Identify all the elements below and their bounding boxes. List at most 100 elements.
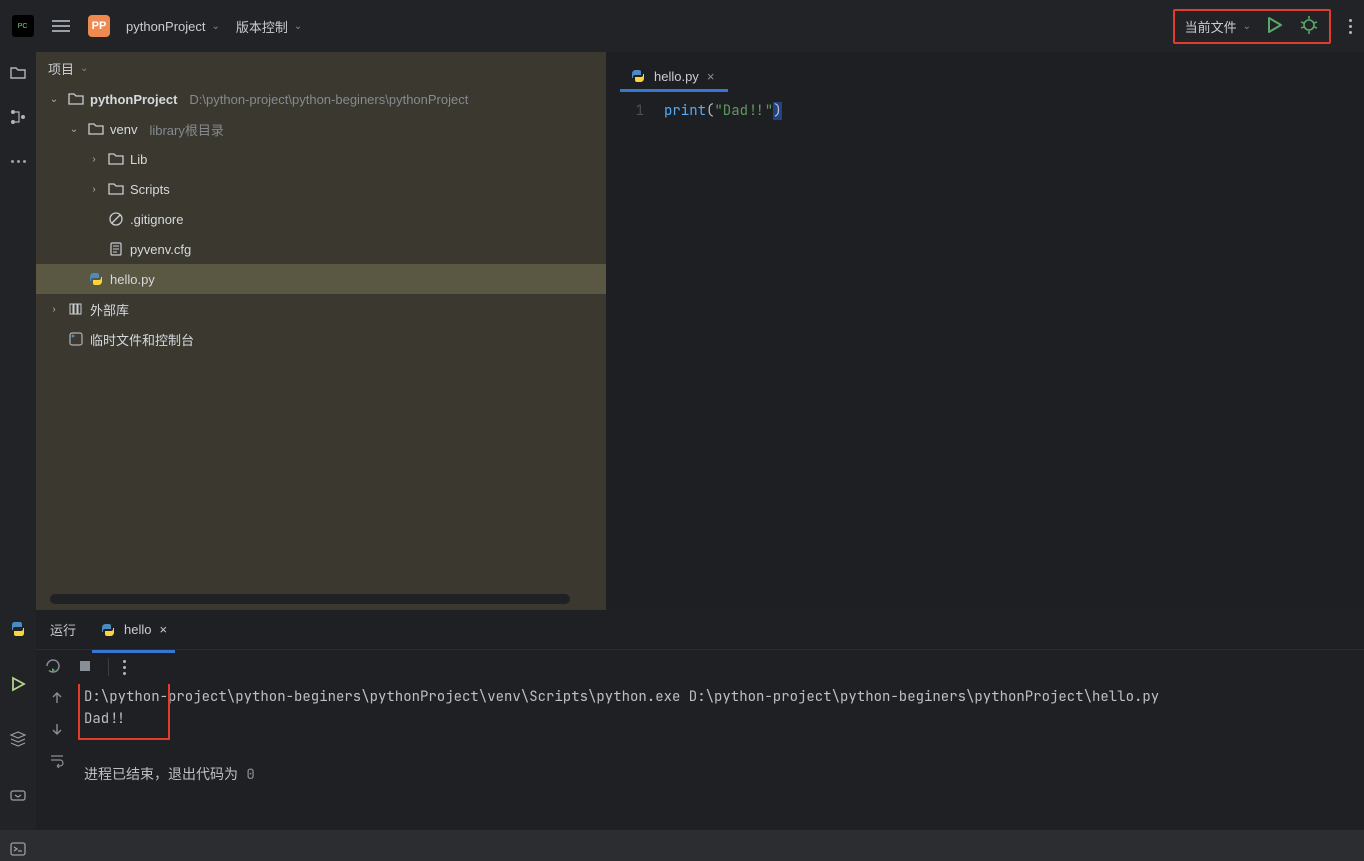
rerun-icon[interactable] bbox=[44, 657, 62, 678]
structure-icon[interactable] bbox=[7, 106, 29, 128]
horizontal-scrollbar[interactable] bbox=[50, 594, 570, 604]
console-line-2: Dad!! bbox=[84, 710, 1364, 728]
tree-gitignore[interactable]: .gitignore bbox=[36, 204, 606, 234]
run-button[interactable] bbox=[1265, 15, 1285, 38]
project-dropdown[interactable]: pythonProject ⌄ bbox=[126, 19, 220, 34]
editor-panel: hello.py × 1 print("Dad!!") bbox=[606, 52, 1364, 610]
folder-icon bbox=[108, 181, 124, 197]
project-badge: PP bbox=[88, 15, 110, 37]
more-tools-icon[interactable] bbox=[7, 150, 29, 172]
tree-scratch[interactable]: 临时文件和控制台 bbox=[36, 324, 606, 354]
stop-icon[interactable] bbox=[76, 657, 94, 678]
folder-icon bbox=[88, 121, 104, 137]
code-line[interactable]: print("Dad!!") bbox=[656, 92, 1364, 610]
venv-name: venv bbox=[110, 122, 137, 137]
token-fn: print bbox=[664, 102, 706, 120]
tree-hello[interactable]: hello.py bbox=[36, 264, 606, 294]
editor-tab-label: hello.py bbox=[654, 69, 699, 84]
project-panel-title: 项目 bbox=[48, 59, 74, 78]
project-tree: ⌄ pythonProject D:\python-project\python… bbox=[36, 84, 606, 580]
line-gutter: 1 bbox=[606, 92, 656, 610]
editor-body[interactable]: 1 print("Dad!!") bbox=[606, 92, 1364, 610]
scratch-icon bbox=[68, 331, 84, 347]
app-icon: PC bbox=[12, 15, 34, 37]
debug-button[interactable] bbox=[1299, 15, 1319, 38]
close-icon[interactable]: × bbox=[159, 622, 167, 637]
editor-tab-bar: hello.py × bbox=[606, 52, 1364, 92]
tree-root[interactable]: ⌄ pythonProject D:\python-project\python… bbox=[36, 84, 606, 114]
tree-pyvenv[interactable]: pyvenv.cfg bbox=[36, 234, 606, 264]
scratch-name: 临时文件和控制台 bbox=[90, 330, 194, 349]
chevron-down-icon: ⌄ bbox=[46, 94, 62, 105]
pyvenv-name: pyvenv.cfg bbox=[130, 242, 191, 257]
soft-wrap-icon[interactable] bbox=[49, 752, 65, 771]
tree-scripts[interactable]: › Scripts bbox=[36, 174, 606, 204]
root-path: D:\python-project\python-beginers\python… bbox=[189, 92, 468, 107]
chevron-down-icon: ⌄ bbox=[80, 63, 88, 74]
chevron-down-icon: ⌄ bbox=[294, 21, 302, 32]
folder-icon bbox=[108, 151, 124, 167]
gitignore-name: .gitignore bbox=[130, 212, 183, 227]
scroll-down-icon[interactable] bbox=[49, 721, 65, 740]
project-panel-header[interactable]: 项目 ⌄ bbox=[36, 52, 606, 84]
console-line-1: D:\python-project\python-beginers\python… bbox=[84, 688, 1364, 706]
more-icon[interactable] bbox=[1349, 19, 1352, 34]
highlight-box bbox=[78, 684, 170, 740]
run-toolwindow-icon[interactable] bbox=[9, 675, 27, 696]
chevron-right-icon: › bbox=[86, 154, 102, 165]
ignore-icon bbox=[108, 211, 124, 227]
chevron-down-icon: ⌄ bbox=[1243, 21, 1251, 32]
svg-text:PC: PC bbox=[18, 23, 28, 30]
left-tool-strip bbox=[0, 52, 36, 610]
scripts-name: Scripts bbox=[130, 182, 170, 197]
folder-icon[interactable] bbox=[7, 62, 29, 84]
token-string: "Dad!!" bbox=[714, 102, 773, 120]
hamburger-icon[interactable] bbox=[50, 15, 72, 37]
ext-libs-name: 外部库 bbox=[90, 300, 129, 319]
run-tab-label: hello bbox=[124, 622, 151, 637]
python-icon bbox=[100, 622, 116, 638]
hello-name: hello.py bbox=[110, 272, 155, 287]
vcs-label: 版本控制 bbox=[236, 17, 288, 36]
tree-external-libs[interactable]: › 外部库 bbox=[36, 294, 606, 324]
python-console-icon[interactable] bbox=[9, 620, 27, 641]
token-paren: ) bbox=[773, 102, 781, 120]
left-run-strip bbox=[0, 610, 36, 830]
python-icon bbox=[88, 271, 104, 287]
root-name: pythonProject bbox=[90, 92, 177, 107]
chevron-down-icon: ⌄ bbox=[212, 21, 220, 32]
exit-code: 0 bbox=[246, 766, 254, 784]
run-config-dropdown[interactable]: 当前文件 ⌄ bbox=[1185, 17, 1251, 36]
libraries-icon bbox=[68, 301, 84, 317]
tree-lib[interactable]: › Lib bbox=[36, 144, 606, 174]
run-toolbar bbox=[36, 650, 1364, 684]
vcs-dropdown[interactable]: 版本控制 ⌄ bbox=[236, 17, 302, 36]
console-output[interactable]: D:\python-project\python-beginers\python… bbox=[78, 684, 1364, 830]
stack-icon[interactable] bbox=[9, 730, 27, 751]
close-icon[interactable]: × bbox=[707, 69, 715, 84]
run-title: 运行 bbox=[50, 620, 76, 639]
run-panel-header: 运行 hello × bbox=[36, 610, 1364, 650]
run-panel: 运行 hello × D:\py bbox=[0, 610, 1364, 830]
project-panel: 项目 ⌄ ⌄ pythonProject D:\python-project\p… bbox=[36, 52, 606, 610]
run-config-highlight: 当前文件 ⌄ bbox=[1173, 9, 1331, 44]
editor-tab-hello[interactable]: hello.py × bbox=[620, 60, 728, 92]
scroll-up-icon[interactable] bbox=[49, 690, 65, 709]
more-icon[interactable] bbox=[123, 660, 126, 675]
services-icon[interactable] bbox=[9, 785, 27, 806]
console-gutter bbox=[36, 684, 78, 830]
venv-hint: library根目录 bbox=[149, 120, 223, 139]
terminal-icon[interactable] bbox=[9, 840, 27, 861]
chevron-right-icon: › bbox=[86, 184, 102, 195]
run-tab-hello[interactable]: hello × bbox=[92, 616, 175, 644]
file-icon bbox=[108, 241, 124, 257]
chevron-right-icon: › bbox=[46, 304, 62, 315]
python-icon bbox=[630, 68, 646, 84]
separator bbox=[108, 658, 109, 676]
exit-label: 进程已结束，退出代码为 bbox=[84, 766, 246, 784]
tree-venv[interactable]: ⌄ venv library根目录 bbox=[36, 114, 606, 144]
chevron-down-icon: ⌄ bbox=[66, 124, 82, 135]
lib-name: Lib bbox=[130, 152, 147, 167]
top-bar: PC PP pythonProject ⌄ 版本控制 ⌄ 当前文件 ⌄ bbox=[0, 0, 1364, 52]
folder-icon bbox=[68, 91, 84, 107]
